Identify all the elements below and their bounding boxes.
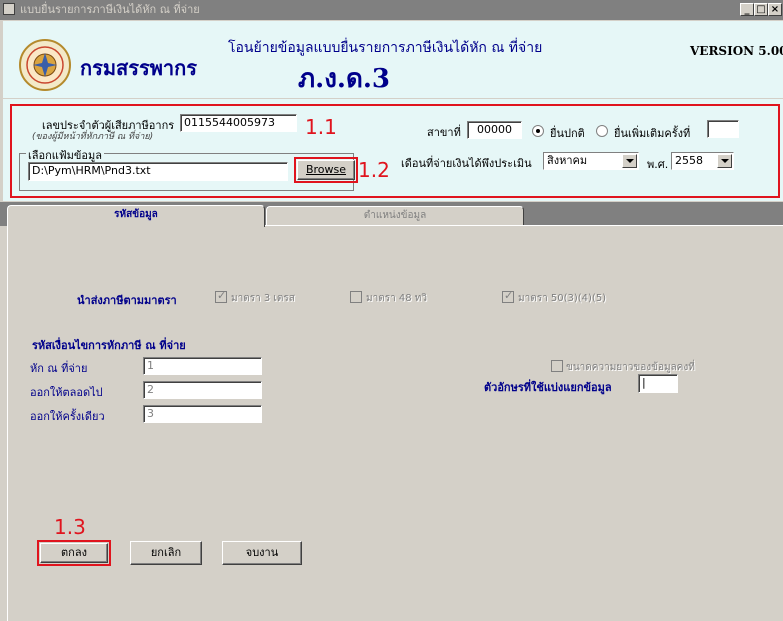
- condition-once-label: ออกให้ครั้งเดียว: [30, 410, 105, 423]
- window-title-bar[interactable]: แบบยื่นรายการภาษีเงินได้หัก ณ ที่จ่าย _ …: [0, 0, 783, 20]
- condition-always-label: ออกให้ตลอดไป: [30, 386, 103, 399]
- minimize-button[interactable]: _: [740, 3, 754, 16]
- chevron-down-icon[interactable]: [622, 154, 637, 168]
- condition-withhold-label: หัก ณ ที่จ่าย: [30, 362, 88, 375]
- checkbox-fixed-length[interactable]: [551, 360, 563, 372]
- additional-count-input[interactable]: [707, 120, 739, 138]
- annotation-1-2: 1.2: [358, 158, 390, 182]
- pay-month-label: เดือนที่จ่ายเงินได้พึงประเมิน: [401, 157, 532, 170]
- checkbox-section-48-tawi[interactable]: [350, 291, 362, 303]
- checkbox-section-3-tres[interactable]: [215, 289, 227, 303]
- month-select[interactable]: สิงหาคม: [543, 152, 639, 170]
- delimiter-label: ตัวอักษรที่ใช้แบ่งแยกข้อมูล: [484, 381, 612, 394]
- exit-button[interactable]: จบงาน: [222, 541, 302, 565]
- checkbox-section-50-label: มาตรา 50(3)(4)(5): [518, 293, 607, 304]
- department-name: กรมสรรพากร: [80, 56, 197, 80]
- close-button[interactable]: ×: [768, 3, 782, 16]
- tax-id-note: (ของผู้มีหน้าที่หักภาษี ณ ที่จ่าย): [32, 132, 154, 142]
- radio-normal-label: ยื่นปกติ: [550, 127, 585, 140]
- year-select-value: 2558: [675, 154, 703, 167]
- tab-data-position[interactable]: ตำแหน่งข้อมูล: [266, 206, 524, 225]
- window-title: แบบยื่นรายการภาษีเงินได้หัก ณ ที่จ่าย: [20, 3, 200, 16]
- file-path-input[interactable]: D:\Pym\HRM\Pnd3.txt: [28, 162, 288, 181]
- year-select[interactable]: 2558: [671, 152, 734, 170]
- radio-additional-label: ยื่นเพิ่มเติมครั้งที่: [614, 127, 691, 140]
- tab-panel: [7, 225, 783, 621]
- maximize-button[interactable]: □: [754, 3, 768, 16]
- condition-always-input[interactable]: 2: [143, 381, 262, 399]
- ok-button[interactable]: ตกลง: [40, 543, 108, 563]
- condition-title: รหัสเงื่อนไขการหักภาษี ณ ที่จ่าย: [32, 339, 186, 352]
- annotation-1-1: 1.1: [305, 115, 337, 139]
- checkbox-fixed-length-label: ขนาดความยาวของข้อมูลคงที่: [566, 362, 695, 373]
- cancel-button[interactable]: ยกเลิก: [130, 541, 202, 565]
- condition-once-input[interactable]: 3: [143, 405, 262, 423]
- remit-section-label: นำส่งภาษีตามมาตรา: [77, 294, 177, 307]
- branch-input[interactable]: 00000: [467, 121, 522, 139]
- form-title: ภ.ง.ด.3: [298, 64, 390, 94]
- branch-label: สาขาที่: [427, 126, 461, 139]
- radio-normal-filing[interactable]: [532, 125, 544, 137]
- checkbox-section-48-tawi-label: มาตรา 48 ทวิ: [366, 293, 427, 304]
- revenue-department-seal-icon: [19, 39, 71, 91]
- checkbox-section-3-tres-label: มาตรา 3 เตรส: [231, 293, 295, 304]
- annotation-1-3: 1.3: [54, 515, 86, 539]
- tab-data-code[interactable]: รหัสข้อมูล: [7, 205, 265, 227]
- app-icon: [3, 3, 15, 15]
- checkbox-section-50[interactable]: [502, 289, 514, 303]
- browse-button[interactable]: Browse: [297, 160, 355, 180]
- condition-withhold-input[interactable]: 1: [143, 357, 262, 375]
- program-subtitle: โอนย้ายข้อมูลแบบยื่นรายการภาษีเงินได้หัก…: [228, 40, 543, 56]
- tax-id-input[interactable]: 0115544005973: [180, 114, 297, 132]
- version-label: VERSION 5.00: [690, 44, 783, 58]
- delimiter-input[interactable]: |: [638, 374, 678, 393]
- month-select-value: สิงหาคม: [547, 154, 588, 167]
- radio-additional-filing[interactable]: [596, 125, 608, 137]
- chevron-down-icon[interactable]: [717, 154, 732, 168]
- year-label: พ.ศ.: [647, 158, 669, 171]
